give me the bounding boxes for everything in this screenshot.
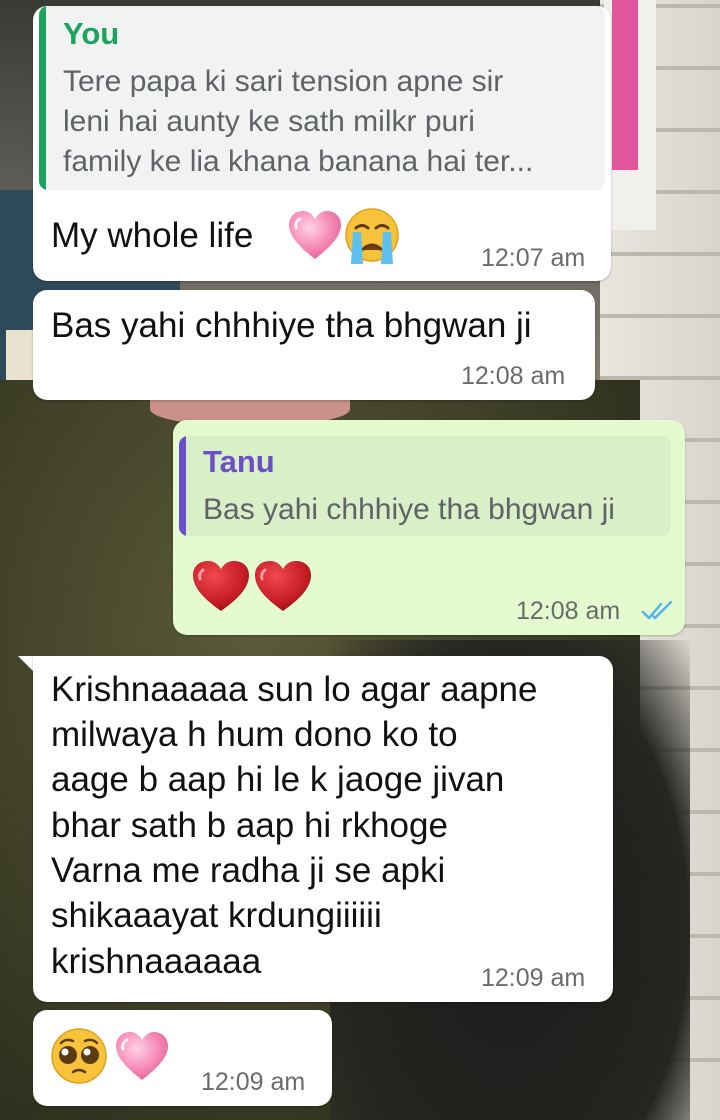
red-heart-icon	[193, 561, 249, 611]
double-tick-read-icon	[641, 600, 673, 620]
red-heart-icon	[255, 561, 311, 611]
pink-heart-icon	[289, 211, 341, 259]
quote-text-line: Tere papa ki sari tension apne sir	[63, 65, 504, 98]
message-text-line: Krishnaaaaa sun lo agar aapne	[51, 670, 538, 709]
message-bubble-outgoing[interactable]: Tanu Bas yahi chhhiye tha bhgwan ji 12:0…	[173, 420, 685, 635]
bubble-tail	[18, 656, 34, 672]
message-timestamp: 12:09 am	[481, 964, 586, 992]
message-bubble-incoming[interactable]: You Tere papa ki sari tension apne sir l…	[33, 6, 611, 281]
pink-heart-icon	[116, 1032, 168, 1080]
message-text: Bas yahi chhhiye tha bhgwan ji	[51, 306, 532, 345]
message-text: My whole life	[51, 216, 254, 255]
message-text-line: shikaaayat krdungiiiiii	[51, 896, 382, 935]
message-text-line: Varna me radha ji se apki	[51, 851, 446, 890]
crying-face-icon	[345, 208, 399, 264]
message-bubble-incoming[interactable]: Bas yahi chhhiye tha bhgwan ji 12:08 am	[33, 290, 595, 400]
message-text-line: aage b aap hi le k jaoge jivan	[51, 760, 505, 799]
message-bubble-incoming[interactable]: Krishnaaaaa sun lo agar aapne milwaya h …	[33, 656, 613, 1002]
message-bubble-incoming[interactable]: 12:09 am	[33, 1010, 332, 1106]
message-text-line: milwaya h hum dono ko to	[51, 715, 458, 754]
quote-text-line: leni hai aunty ke sath milkr puri	[63, 105, 475, 138]
quote-accent-bar	[39, 6, 46, 190]
pleading-face-icon	[51, 1028, 107, 1084]
message-text-line: bhar sath b aap hi rkhoge	[51, 806, 448, 845]
message-text-line: krishnaaaaaa	[51, 942, 262, 981]
quoted-reply[interactable]: You Tere papa ki sari tension apne sir l…	[39, 6, 605, 190]
quote-accent-bar	[179, 436, 186, 536]
message-timestamp: 12:08 am	[516, 597, 621, 625]
quote-text-line: Bas yahi chhhiye tha bhgwan ji	[203, 493, 615, 526]
quoted-reply[interactable]: Tanu Bas yahi chhhiye tha bhgwan ji	[179, 436, 671, 536]
message-timestamp: 12:07 am	[481, 244, 586, 272]
quote-sender: You	[63, 16, 120, 51]
quote-text-line: family ke lia khana banana hai ter...	[63, 145, 534, 178]
quote-sender: Tanu	[203, 444, 275, 479]
message-timestamp: 12:09 am	[201, 1068, 306, 1096]
message-timestamp: 12:08 am	[461, 362, 566, 390]
